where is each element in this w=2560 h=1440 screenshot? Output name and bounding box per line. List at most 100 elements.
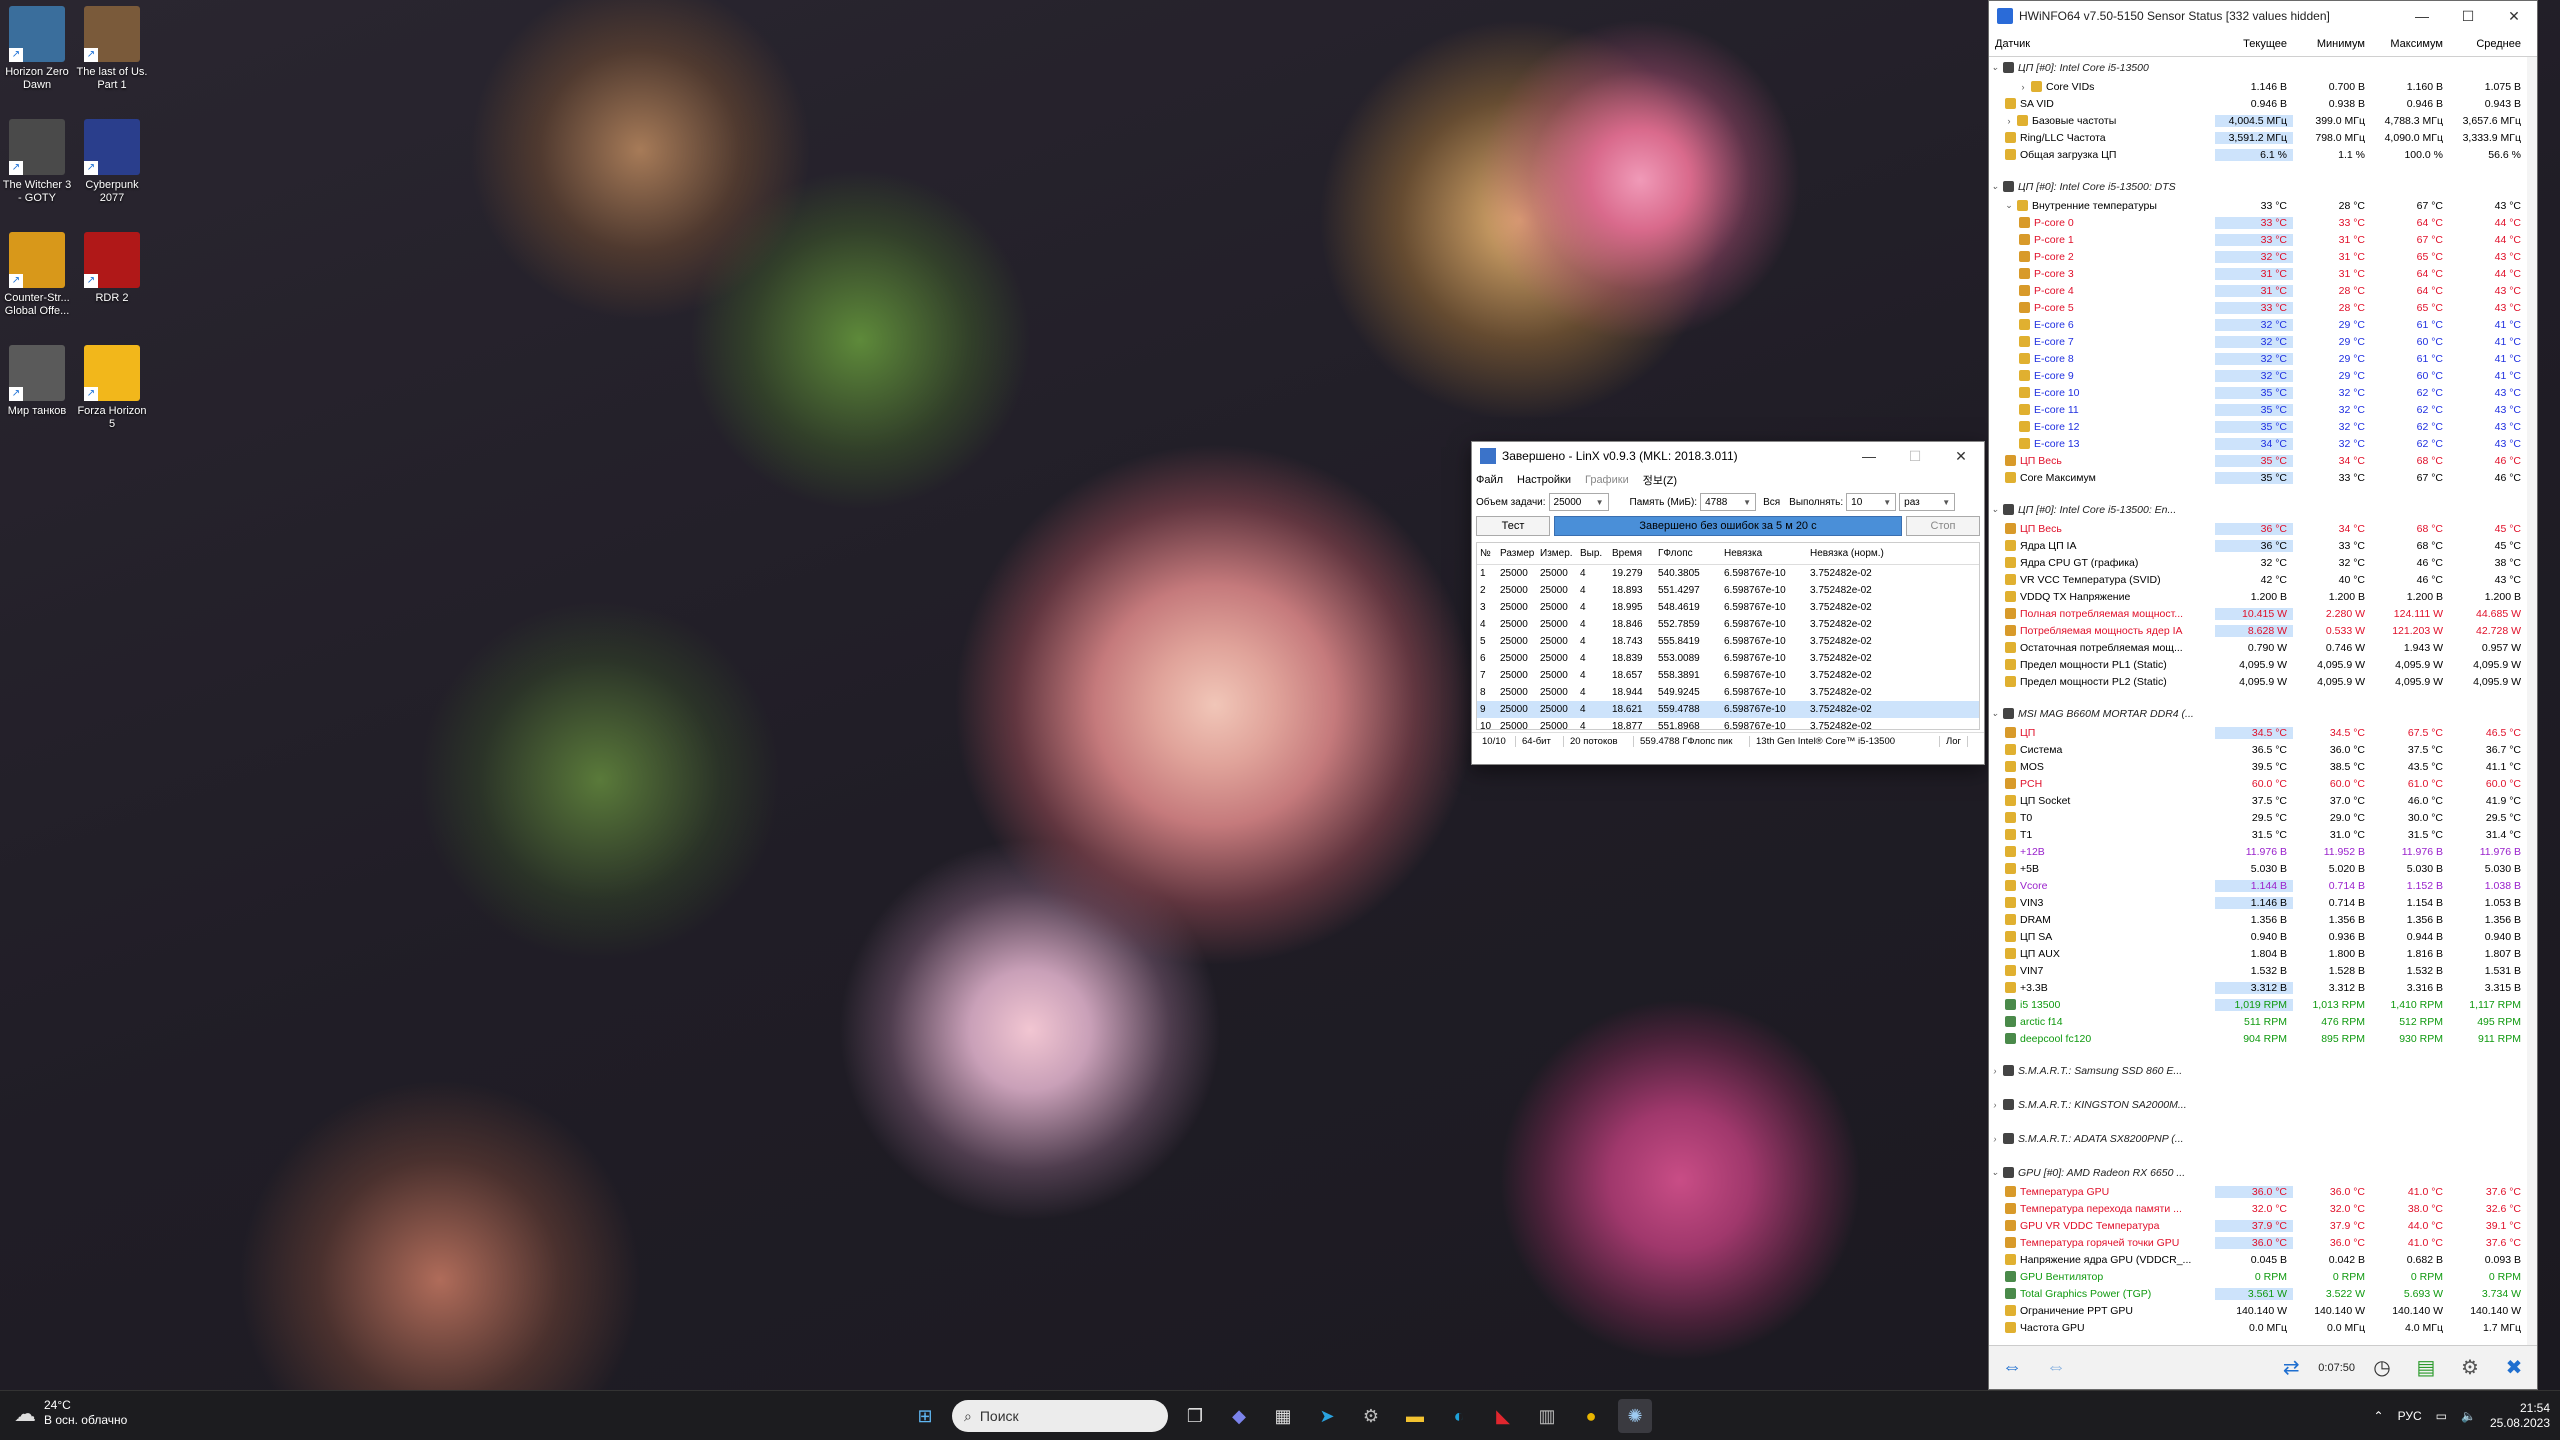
col-avg[interactable]: Среднее	[2449, 38, 2527, 50]
sensor-row[interactable]: Полная потребляемая мощност... 10.415 W 2.…	[1989, 605, 2537, 622]
sensor-row[interactable]: Core Максимум 35 °C 33 °C 67 °C 46 °C	[1989, 469, 2537, 486]
hwinfo-taskbar-icon[interactable]: ▥	[1530, 1399, 1564, 1433]
sensor-row[interactable]: VDDQ TX Напряжение 1.200 В 1.200 В 1.200 В 1…	[1989, 588, 2537, 605]
sensor-row[interactable]: arctic f14 511 RPM 476 RPM 512 RPM 495 RPM	[1989, 1013, 2537, 1030]
sensor-row[interactable]: E-core 8 32 °C 29 °C 61 °C 41 °C	[1989, 350, 2537, 367]
sensor-row[interactable]: › Базовые частоты 4,004.5 МГц 399.0 МГц 4,78…	[1989, 112, 2537, 129]
sensor-row[interactable]: +5В 5.030 В 5.020 В 5.030 В 5.030 В	[1989, 860, 2537, 877]
table-row[interactable]: 6 25000 25000 4 18.839 553.0089 6.598767e-10 3.…	[1477, 650, 1979, 667]
network-status-icon[interactable]: ▭	[2436, 1409, 2447, 1423]
scrollbar[interactable]	[2527, 57, 2537, 1347]
linx-titlebar[interactable]: Завершено - LinX v0.9.3 (MKL: 2018.3.011…	[1472, 442, 1984, 470]
hwinfo-titlebar[interactable]: HWiNFO64 v7.50-5150 Sensor Status [332 v…	[1989, 1, 2537, 31]
desktop-shortcut[interactable]: ↗ The last of Us. Part 1	[75, 6, 149, 92]
network-icon[interactable]: ⇄	[2274, 1353, 2308, 1383]
start-icon[interactable]: ⊞	[908, 1399, 942, 1433]
minimize-icon[interactable]: —	[2399, 1, 2445, 31]
menu-file[interactable]: Файл	[1476, 474, 1503, 486]
sensor-row[interactable]: Потребляемая мощность ядер IA 8.628 W 0.53…	[1989, 622, 2537, 639]
sensor-row[interactable]: deepcool fc120 904 RPM 895 RPM 930 RPM 911 R…	[1989, 1030, 2537, 1047]
status-field[interactable]: Лог	[1940, 736, 1968, 747]
expand-arrows-icon[interactable]: ⇔	[1995, 1353, 2029, 1383]
report-icon[interactable]: ▤	[2409, 1353, 2443, 1383]
sensor-row[interactable]: ⌄ Внутренние температуры 33 °C 28 °C 67 °C 43…	[1989, 197, 2537, 214]
sensor-row[interactable]: ЦП Socket 37.5 °C 37.0 °C 46.0 °C 41.9 °C	[1989, 792, 2537, 809]
sensor-group[interactable]: ⌄ ЦП [#0]: Intel Core i5-13500	[1989, 57, 2537, 78]
sensor-row[interactable]: MOS 39.5 °C 38.5 °C 43.5 °C 41.1 °C	[1989, 758, 2537, 775]
desktop-shortcut[interactable]: ↗ Forza Horizon 5	[75, 345, 149, 431]
sensor-row[interactable]: Ring/LLC Частота 3,591.2 МГц 798.0 МГц 4,09…	[1989, 129, 2537, 146]
sensor-row[interactable]: E-core 12 35 °C 32 °C 62 °C 43 °C	[1989, 418, 2537, 435]
table-row[interactable]: 7 25000 25000 4 18.657 558.3891 6.598767e-10 3.…	[1477, 667, 1979, 684]
task-view-icon[interactable]: ❐	[1178, 1399, 1212, 1433]
chevron-right-icon[interactable]: ›	[1989, 1066, 2001, 1076]
sensor-group[interactable]: ⌄ ЦП [#0]: Intel Core i5-13500: En...	[1989, 499, 2537, 520]
table-row[interactable]: 8 25000 25000 4 18.944 549.9245 6.598767e-10 3.…	[1477, 684, 1979, 701]
maximize-icon[interactable]: ☐	[1892, 442, 1938, 470]
telegram-icon[interactable]: ➤	[1310, 1399, 1344, 1433]
sensor-row[interactable]: P-core 4 31 °C 28 °C 64 °C 43 °C	[1989, 282, 2537, 299]
store-icon[interactable]: ▦	[1266, 1399, 1300, 1433]
sensor-row[interactable]: T0 29.5 °C 29.0 °C 30.0 °C 29.5 °C	[1989, 809, 2537, 826]
menu-about[interactable]: 정보(Z)	[1643, 472, 1677, 488]
chevron-down-icon[interactable]: ⌄	[2003, 200, 2015, 211]
chevron-up-icon[interactable]: ⌃	[2374, 1409, 2384, 1423]
sensor-row[interactable]: E-core 6 32 °C 29 °C 61 °C 41 °C	[1989, 316, 2537, 333]
sensor-row[interactable]: ЦП AUX 1.804 В 1.800 В 1.816 В 1.807 В	[1989, 945, 2537, 962]
sensor-row[interactable]: VR VCC Температура (SVID) 42 °C 40 °C 46 °C…	[1989, 571, 2537, 588]
sensor-row[interactable]: E-core 10 35 °C 32 °C 62 °C 43 °C	[1989, 384, 2537, 401]
sensor-row[interactable]: ЦП SA 0.940 В 0.936 В 0.944 В 0.940 В	[1989, 928, 2537, 945]
sensor-row[interactable]: GPU Вентилятор 0 RPM 0 RPM 0 RPM 0 RPM	[1989, 1268, 2537, 1285]
sensor-row[interactable]: VIN3 1.146 В 0.714 В 1.154 В 1.053 В	[1989, 894, 2537, 911]
results-column-header[interactable]: Невязка (норм.)	[1807, 548, 1893, 559]
sensor-row[interactable]: VIN7 1.532 В 1.528 В 1.532 В 1.531 В	[1989, 962, 2537, 979]
sensor-group[interactable]: ⌄ ЦП [#0]: Intel Core i5-13500: DTS	[1989, 176, 2537, 197]
linx-window[interactable]: Завершено - LinX v0.9.3 (MKL: 2018.3.011…	[1471, 441, 1985, 765]
sensor-row[interactable]: Vcore 1.144 В 0.714 В 1.152 В 1.038 В	[1989, 877, 2537, 894]
sensor-group[interactable]: ⌄ GPU [#0]: AMD Radeon RX 6650 ...	[1989, 1162, 2537, 1183]
run-unit-select[interactable]: раз ▼	[1899, 493, 1956, 511]
sensor-row[interactable]: E-core 13 34 °C 32 °C 62 °C 43 °C	[1989, 435, 2537, 452]
chevron-right-icon[interactable]: ›	[1989, 1100, 2001, 1110]
table-row[interactable]: 9 25000 25000 4 18.621 559.4788 6.598767e-10 3.…	[1477, 701, 1979, 718]
close-icon[interactable]: ✕	[2491, 1, 2537, 31]
col-sensor[interactable]: Датчик	[1989, 38, 2215, 50]
sensor-row[interactable]: Температура GPU 36.0 °C 36.0 °C 41.0 °C 37.6…	[1989, 1183, 2537, 1200]
language-indicator[interactable]: РУС	[2398, 1409, 2422, 1423]
sensor-row[interactable]: E-core 7 32 °C 29 °C 60 °C 41 °C	[1989, 333, 2537, 350]
task-size-select[interactable]: 25000 ▼	[1548, 493, 1609, 511]
results-column-header[interactable]: Невязка	[1721, 548, 1807, 559]
sensor-group[interactable]: › S.M.A.R.T.: ADATA SX8200PNP (...	[1989, 1128, 2537, 1149]
close-icon[interactable]: ✕	[1938, 442, 1984, 470]
chevron-down-icon[interactable]: ⌄	[1989, 504, 2001, 515]
sensor-row[interactable]: Температура горячей точки GPU 36.0 °C 36.0…	[1989, 1234, 2537, 1251]
linx-taskbar-icon[interactable]: ✺	[1618, 1399, 1652, 1433]
sensor-row[interactable]: Система 36.5 °C 36.0 °C 37.5 °C 36.7 °C	[1989, 741, 2537, 758]
sensor-row[interactable]: Остаточная потребляемая мощ... 0.790 W 0.7…	[1989, 639, 2537, 656]
desktop-shortcut[interactable]: ↗ RDR 2	[75, 232, 149, 305]
sensor-row[interactable]: › Core VIDs 1.146 В 0.700 В 1.160 В 1.075 В	[1989, 78, 2537, 95]
sensor-row[interactable]: Общая загрузка ЦП 6.1 % 1.1 % 100.0 % 56.6 %	[1989, 146, 2537, 163]
close-sensors-icon[interactable]: ✖	[2497, 1353, 2531, 1383]
volume-icon[interactable]: 🔈	[2461, 1409, 2476, 1423]
settings-icon[interactable]: ⚙	[1354, 1399, 1388, 1433]
sensor-row[interactable]: Ограничение PPT GPU 140.140 W 140.140 W 140…	[1989, 1302, 2537, 1319]
chevron-down-icon[interactable]: ⌄	[1989, 708, 2001, 719]
sensor-row[interactable]: ЦП Весь 35 °C 34 °C 68 °C 46 °C	[1989, 452, 2537, 469]
weather-widget[interactable]: ☁ 24°C В осн. облачно	[14, 1398, 127, 1428]
sensor-row[interactable]: Ядра CPU GT (графика) 32 °C 32 °C 46 °C 38 °…	[1989, 554, 2537, 571]
sensor-group[interactable]: › S.M.A.R.T.: Samsung SSD 860 E...	[1989, 1060, 2537, 1081]
settings-gear-icon[interactable]: ⚙	[2453, 1353, 2487, 1383]
results-column-header[interactable]: ГФлопс	[1655, 548, 1721, 559]
table-row[interactable]: 4 25000 25000 4 18.846 552.7859 6.598767e-10 3.…	[1477, 616, 1979, 633]
col-max[interactable]: Максимум	[2371, 38, 2449, 50]
hwinfo-window[interactable]: HWiNFO64 v7.50-5150 Sensor Status [332 v…	[1988, 0, 2538, 1390]
collapse-arrows-icon[interactable]: ⇔	[2039, 1353, 2073, 1383]
sensor-row[interactable]: Ядра ЦП IA 36 °C 33 °C 68 °C 45 °C	[1989, 537, 2537, 554]
sensor-row[interactable]: ЦП 34.5 °C 34.5 °C 67.5 °C 46.5 °C	[1989, 724, 2537, 741]
sensor-row[interactable]: +3.3В 3.312 В 3.312 В 3.316 В 3.315 В	[1989, 979, 2537, 996]
minimize-icon[interactable]: —	[1846, 442, 1892, 470]
stop-button[interactable]: Стоп	[1906, 516, 1980, 536]
amd-icon[interactable]: ◣	[1486, 1399, 1520, 1433]
sensor-row[interactable]: i5 13500 1,019 RPM 1,013 RPM 1,410 RPM 1,117…	[1989, 996, 2537, 1013]
